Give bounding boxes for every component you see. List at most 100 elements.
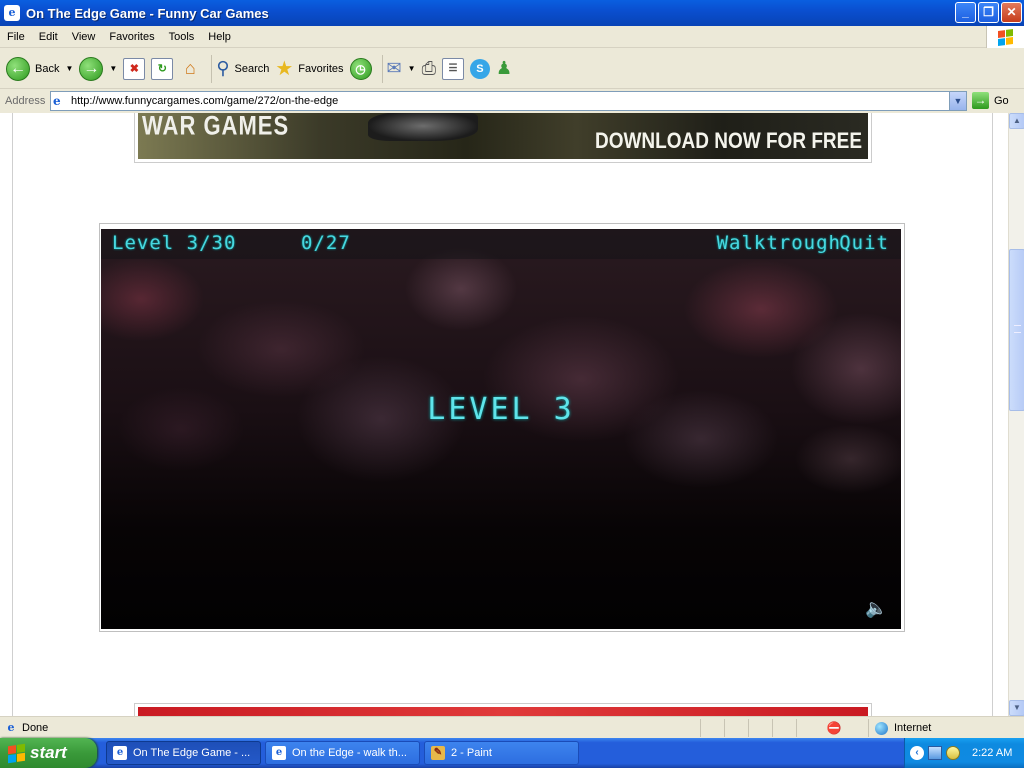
game-canvas[interactable]: Level 3/30 0/27 Walktrough Quit LEVEL 3 … — [101, 229, 901, 629]
forward-button[interactable]: → ▼ — [79, 53, 117, 85]
task-label: 2 - Paint — [451, 747, 492, 759]
menu-tools[interactable]: Tools — [162, 31, 202, 43]
security-zone[interactable]: Internet — [868, 719, 1024, 737]
edit-button[interactable]: ☰ — [441, 53, 464, 85]
go-label: Go — [994, 94, 1009, 107]
status-panel — [772, 719, 796, 737]
ie-icon: e — [272, 746, 286, 760]
start-label: start — [30, 743, 67, 762]
ad-banner-bottom[interactable] — [134, 703, 872, 716]
start-button[interactable]: start — [0, 738, 97, 768]
close-button[interactable]: ✕ — [1001, 2, 1022, 23]
menu-edit[interactable]: Edit — [32, 31, 65, 43]
clock[interactable]: 2:22 AM — [972, 747, 1012, 759]
go-button[interactable]: → Go — [972, 92, 1009, 109]
star-icon: ★ — [275, 58, 294, 80]
nebula-background — [101, 229, 901, 629]
address-input[interactable]: e http://www.funnycargames.com/game/272/… — [50, 91, 967, 111]
address-dropdown-icon[interactable]: ▼ — [949, 92, 966, 110]
paint-icon: ✎ — [431, 746, 445, 760]
back-button[interactable]: ← Back ▼ — [6, 53, 73, 85]
print-button[interactable]: ⎙ — [422, 53, 436, 85]
popup-blocked-icon[interactable]: ⛔ — [826, 720, 842, 736]
forward-dropdown-icon[interactable]: ▼ — [109, 64, 117, 73]
status-panel — [748, 719, 772, 737]
search-label: Search — [234, 62, 270, 75]
skype-icon: S — [469, 58, 490, 79]
taskbar-item-ie-walkthrough[interactable]: e On the Edge - walk th... — [265, 741, 420, 765]
messenger-icon: ♟ — [495, 58, 513, 78]
maximize-button[interactable]: ❐ — [978, 2, 999, 23]
taskbar-item-paint[interactable]: ✎ 2 - Paint — [424, 741, 579, 765]
skype-button[interactable]: S — [469, 53, 490, 85]
task-label: On The Edge Game - ... — [133, 747, 251, 759]
window-controls: _ ❐ ✕ — [955, 2, 1022, 23]
go-arrow-icon: → — [972, 92, 989, 109]
gun-graphic — [368, 113, 478, 141]
favorites-button[interactable]: ★ Favorites — [275, 53, 343, 85]
home-icon: ⌂ — [184, 57, 196, 78]
ie-icon: e — [4, 5, 20, 21]
walkthrough-button[interactable]: Walktrough — [717, 232, 841, 254]
address-bar: Address e http://www.funnycargames.com/g… — [0, 90, 1024, 112]
ad-banner-top[interactable]: WAR GAMES DOWNLOAD NOW FOR FREE — [134, 113, 872, 163]
history-icon: ◷ — [349, 57, 372, 80]
windows-logo-icon — [986, 26, 1024, 48]
menu-view[interactable]: View — [65, 31, 103, 43]
status-panels — [700, 719, 820, 737]
back-arrow-icon: ← — [6, 56, 30, 81]
quit-button[interactable]: Quit — [839, 232, 889, 254]
scroll-up-button[interactable]: ▲ — [1009, 113, 1024, 129]
ad-headline: WAR GAMES — [142, 113, 290, 141]
taskbar-item-ie-game[interactable]: e On The Edge Game - ... — [106, 741, 261, 765]
mail-dropdown-icon[interactable]: ▼ — [408, 64, 416, 73]
system-tray: ‹ 2:22 AM — [904, 738, 1024, 768]
address-url[interactable]: http://www.funnycargames.com/game/272/on… — [71, 95, 338, 107]
scroll-thumb[interactable] — [1009, 249, 1024, 411]
vertical-scrollbar[interactable]: ▲ ▼ — [1008, 113, 1024, 716]
speaker-icon[interactable]: 🔈 — [865, 597, 891, 619]
page-viewport: WAR GAMES DOWNLOAD NOW FOR FREE Level 3/… — [0, 113, 1008, 716]
back-dropdown-icon[interactable]: ▼ — [65, 64, 73, 73]
messenger-button[interactable]: ♟ — [496, 53, 512, 85]
toolbar-separator — [211, 54, 213, 83]
page-icon: e — [53, 94, 61, 108]
edit-icon: ☰ — [441, 57, 464, 80]
messenger-tray-icon[interactable] — [946, 746, 960, 760]
search-button[interactable]: ⚲ Search — [216, 53, 269, 85]
game-frame: Level 3/30 0/27 Walktrough Quit LEVEL 3 … — [99, 223, 905, 632]
refresh-icon: ↻ — [151, 57, 174, 80]
status-panel — [796, 719, 820, 737]
minimize-button[interactable]: _ — [955, 2, 976, 23]
network-icon[interactable] — [928, 746, 942, 760]
scroll-grip — [1014, 325, 1021, 333]
tray-expand-icon[interactable]: ‹ — [910, 746, 924, 760]
ad-cta[interactable]: DOWNLOAD NOW FOR FREE — [595, 129, 862, 154]
mail-button[interactable]: ✉ ▼ — [387, 53, 416, 85]
ad-banner-image[interactable]: WAR GAMES DOWNLOAD NOW FOR FREE — [138, 113, 868, 159]
history-button[interactable]: ◷ — [349, 53, 372, 85]
menu-favorites[interactable]: Favorites — [102, 31, 161, 43]
window-titlebar[interactable]: e On The Edge Game - Funny Car Games _ ❐… — [0, 0, 1024, 26]
game-hud: Level 3/30 0/27 Walktrough Quit — [101, 229, 901, 259]
home-button[interactable]: ⌂ — [179, 53, 201, 85]
stop-button[interactable]: ✖ — [123, 53, 146, 85]
level-indicator: Level 3/30 — [112, 232, 237, 254]
window-title: On The Edge Game - Funny Car Games — [26, 5, 269, 21]
forward-arrow-icon: → — [79, 56, 104, 81]
refresh-button[interactable]: ↻ — [151, 53, 174, 85]
globe-icon — [875, 721, 888, 735]
scroll-down-button[interactable]: ▼ — [1009, 700, 1024, 716]
task-label: On the Edge - walk th... — [292, 747, 407, 759]
taskbar: start e On The Edge Game - ... e On the … — [0, 738, 1024, 768]
menu-file[interactable]: File — [0, 31, 32, 43]
ad-banner-bottom-image[interactable] — [138, 707, 868, 716]
stop-icon: ✖ — [123, 57, 146, 80]
menu-help[interactable]: Help — [201, 31, 238, 43]
level-title: LEVEL 3 — [427, 392, 575, 427]
page-border — [992, 113, 993, 716]
page-status-icon: e — [7, 720, 15, 734]
mail-icon: ✉ — [386, 58, 402, 78]
print-icon: ⎙ — [421, 58, 436, 78]
status-panel — [700, 719, 724, 737]
